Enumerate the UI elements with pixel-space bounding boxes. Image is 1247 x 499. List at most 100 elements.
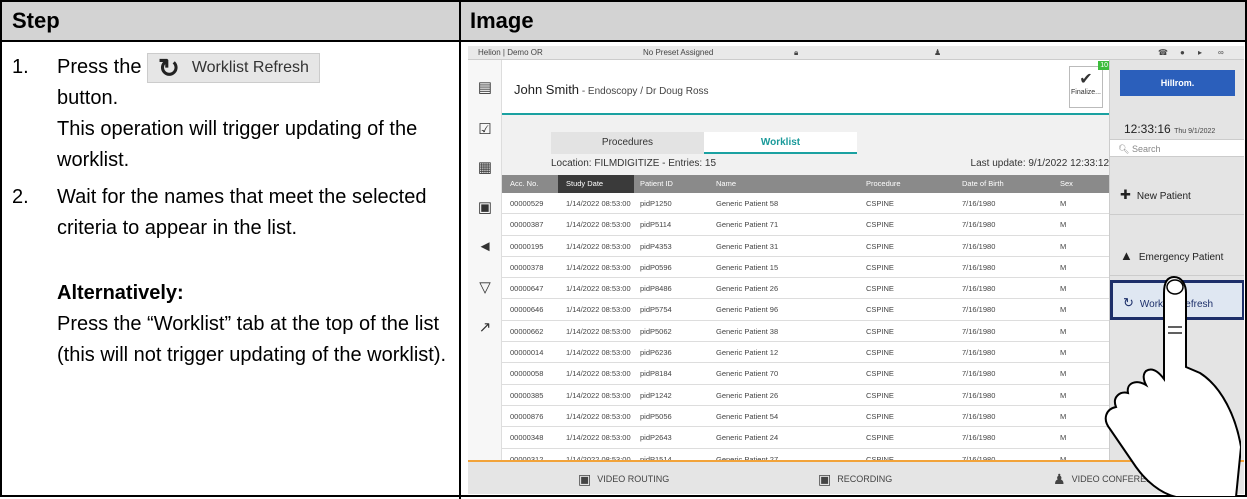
recording-button[interactable]: ▣ RECORDING bbox=[818, 471, 892, 488]
tab-procedures[interactable]: Procedures bbox=[551, 132, 704, 154]
table-cell: 00000058 bbox=[510, 369, 544, 379]
table-cell: 00000647 bbox=[510, 284, 544, 294]
clock-time: 12:33:16 bbox=[1124, 122, 1171, 136]
speaker-icon[interactable]: ◄ bbox=[476, 238, 494, 256]
preset-label: No Preset Assigned bbox=[643, 48, 714, 57]
table-cell: 1/14/2022 08:53:00 bbox=[566, 199, 631, 208]
new-patient-label: New Patient bbox=[1136, 191, 1191, 202]
header-image: Image bbox=[470, 8, 534, 33]
last-update-label: Last update: 9/1/2022 12:33:12 bbox=[970, 158, 1109, 169]
checklist-icon[interactable]: ☑ bbox=[476, 120, 494, 138]
column-header[interactable]: Name bbox=[716, 179, 736, 188]
table-cell: CSPINE bbox=[866, 305, 894, 315]
table-cell: CSPINE bbox=[866, 262, 894, 272]
column-header[interactable]: Procedure bbox=[866, 179, 901, 188]
search-icon: 🔍︎ bbox=[1118, 144, 1130, 154]
table-cell: 00000529 bbox=[510, 199, 544, 208]
table-row[interactable]: 00000646 1/14/2022 08:53:00 pidP5754 Generi… bbox=[502, 299, 1109, 321]
table-cell: 00000195 bbox=[510, 241, 544, 251]
table-cell: 1/14/2022 08:53:00 bbox=[566, 262, 631, 272]
table-cell: M bbox=[1060, 348, 1067, 358]
table-row[interactable]: 00000647 1/14/2022 08:53:00 pidP8486 Generi… bbox=[502, 278, 1109, 300]
step-1-number: 1. bbox=[12, 56, 29, 78]
table-cell: CSPINE bbox=[866, 326, 894, 336]
table-row[interactable]: 00000195 1/14/2022 08:53:00 pidP4353 Generi… bbox=[502, 235, 1109, 257]
search-input[interactable]: 🔍︎ Search bbox=[1110, 139, 1244, 157]
finalize-button[interactable]: 10 ✔ Finalize... bbox=[1069, 61, 1110, 108]
patient-name-line: John Smith - Endoscopy / Dr Doug Ross bbox=[514, 82, 709, 97]
light-icon[interactable]: ▽ bbox=[476, 278, 494, 296]
table-cell: Generic Patient 26 bbox=[716, 284, 779, 294]
table-cell: pidP6236 bbox=[640, 348, 672, 358]
video-routing-icon: ▣ bbox=[578, 471, 592, 487]
table-row[interactable]: 00000378 1/14/2022 08:53:00 pidP0596 Generi… bbox=[502, 256, 1109, 279]
table-cell: M bbox=[1060, 411, 1067, 421]
table-row[interactable]: 00000662 1/14/2022 08:53:00 pidP5062 Generi… bbox=[502, 320, 1109, 343]
header-step: Step bbox=[12, 8, 60, 33]
table-cell: Generic Patient 38 bbox=[716, 326, 779, 336]
routing-icon[interactable]: ▦ bbox=[476, 158, 494, 176]
table-row[interactable]: 00000387 1/14/2022 08:53:00 pidP5114 Generi… bbox=[502, 214, 1109, 236]
recording-label: RECORDING bbox=[837, 473, 893, 484]
table-cell: Generic Patient 54 bbox=[716, 411, 779, 421]
video-routing-label: VIDEO ROUTING bbox=[597, 473, 670, 484]
table-cell: pidP5114 bbox=[640, 220, 672, 230]
table-cell: Generic Patient 58 bbox=[716, 199, 779, 208]
table-cell: M bbox=[1060, 369, 1067, 379]
table-cell: pidP1242 bbox=[640, 390, 672, 400]
table-row[interactable]: 00000385 1/14/2022 08:53:00 pidP1242 Generi… bbox=[502, 384, 1109, 406]
patient-details: - Endoscopy / Dr Doug Ross bbox=[579, 86, 709, 97]
new-patient-button[interactable]: ✚ New Patient bbox=[1110, 175, 1244, 215]
video-conference-icon: ♟ bbox=[1053, 471, 1066, 487]
patient-card-icon[interactable]: ▤ bbox=[476, 78, 494, 96]
record-icon: ● bbox=[1180, 48, 1185, 57]
table-cell: 1/14/2022 08:53:00 bbox=[566, 284, 631, 294]
table-cell: CSPINE bbox=[866, 241, 894, 251]
search-placeholder: Search bbox=[1131, 144, 1161, 154]
table-cell: pidP5754 bbox=[640, 305, 672, 315]
step-1-post-1: button. bbox=[57, 87, 119, 109]
table-cell: CSPINE bbox=[866, 284, 894, 294]
table-cell: Generic Patient 26 bbox=[716, 390, 779, 400]
table-cell: 1/14/2022 08:53:00 bbox=[566, 369, 631, 379]
room-label: Helion | Demo OR bbox=[478, 48, 543, 57]
table-cell: M bbox=[1060, 326, 1067, 336]
table-cell: 00000014 bbox=[510, 348, 544, 358]
table-cell: 7/16/1980 bbox=[962, 199, 996, 208]
steps-column: 1. Press the ↻ Worklist Refresh button. … bbox=[12, 52, 452, 371]
instruction-table: Step Image 1. Press the ↻ Worklist Refre… bbox=[0, 0, 1247, 499]
table-cell: pidP0596 bbox=[640, 262, 672, 272]
table-row[interactable]: 00000058 1/14/2022 08:53:00 pidP8184 Generi… bbox=[502, 363, 1109, 385]
worklist-table: Acc. No. Study Date Patient ID Name Procedur… bbox=[502, 175, 1109, 470]
display-icon[interactable]: ▣ bbox=[476, 198, 494, 216]
table-row[interactable]: 00000529 1/14/2022 08:53:00 pidP1250 Generi… bbox=[502, 193, 1109, 215]
column-header[interactable]: Sex bbox=[1060, 179, 1073, 188]
clock: 12:33:16 Thu 9/1/2022 bbox=[1124, 122, 1215, 136]
step-2-text: Wait for the names that meet the selecte… bbox=[57, 186, 427, 239]
table-cell: M bbox=[1060, 390, 1067, 400]
table-cell: CSPINE bbox=[866, 411, 894, 421]
table-cell: 7/16/1980 bbox=[962, 262, 996, 272]
column-header[interactable]: Acc. No. bbox=[510, 179, 538, 188]
emergency-label: Emergency Patient bbox=[1138, 252, 1224, 263]
table-cell: 1/14/2022 08:53:00 bbox=[566, 433, 631, 443]
column-header[interactable]: Date of Birth bbox=[962, 179, 1004, 188]
patient-name: John Smith bbox=[514, 82, 580, 97]
table-cell: pidP5056 bbox=[640, 411, 672, 421]
table-header-row: Acc. No. Study Date Patient ID Name Procedur… bbox=[502, 175, 1109, 193]
camera-icon[interactable]: ↗ bbox=[476, 318, 494, 336]
table-row[interactable]: 00000014 1/14/2022 08:53:00 pidP6236 Generi… bbox=[502, 342, 1109, 364]
table-cell: 1/14/2022 08:53:00 bbox=[566, 348, 631, 358]
column-header[interactable]: Patient ID bbox=[640, 179, 673, 188]
column-divider bbox=[459, 2, 461, 499]
tab-worklist[interactable]: Worklist bbox=[704, 132, 857, 154]
table-row[interactable]: 00000348 1/14/2022 08:53:00 pidP2643 Generi… bbox=[502, 427, 1109, 449]
column-header[interactable]: Study Date bbox=[566, 179, 603, 188]
table-cell: 7/16/1980 bbox=[962, 433, 996, 443]
table-cell: pidP8486 bbox=[640, 284, 672, 294]
video-routing-button[interactable]: ▣ VIDEO ROUTING bbox=[578, 471, 669, 488]
table-row[interactable]: 00000876 1/14/2022 08:53:00 pidP5056 Generi… bbox=[502, 405, 1109, 428]
table-cell: M bbox=[1060, 262, 1067, 272]
table-header: Step Image bbox=[2, 2, 1245, 42]
table-cell: Generic Patient 15 bbox=[716, 262, 779, 272]
